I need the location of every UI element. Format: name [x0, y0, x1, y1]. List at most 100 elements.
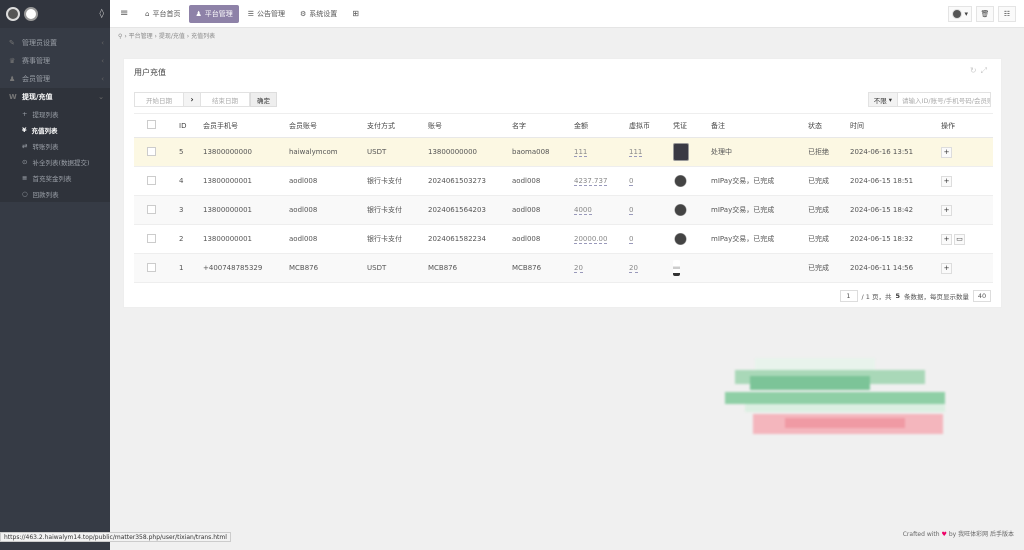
breadcrumb-item[interactable]: 平台管理 — [129, 33, 153, 40]
top-nav-label: 平台首页 — [152, 9, 181, 18]
search-scope-select[interactable]: 不限 ▾ — [867, 92, 898, 107]
sidebar-subitem[interactable]: ¥ 充值列表 — [0, 122, 110, 138]
voucher-image[interactable] — [673, 175, 688, 187]
breadcrumb-item[interactable]: 提现/充值 — [159, 33, 185, 40]
cell-note: 处理中 — [708, 137, 805, 167]
wrench-icon: ✎ — [9, 39, 15, 47]
cell-method: 银行卡支付 — [364, 195, 425, 225]
add-button[interactable]: + — [941, 204, 952, 216]
row-checkbox[interactable] — [147, 262, 156, 272]
cell-account: aodl008 — [286, 195, 364, 225]
top-nav-item[interactable]: ⌂ 平台首页 — [139, 5, 186, 23]
coin-link[interactable]: 0 — [629, 235, 634, 244]
cell-phone: 13800000001 — [200, 195, 286, 225]
menu-icon[interactable]: ≡ — [120, 8, 134, 19]
coin-link[interactable]: 0 — [629, 206, 634, 215]
sidebar-item-label: 提现/充值 — [22, 93, 53, 101]
row-checkbox[interactable] — [147, 175, 156, 185]
expand-icon[interactable]: ⤢ — [981, 66, 991, 75]
table-row[interactable]: 4 13800000001 aodl008 银行卡支付 2024061503273 aod… — [134, 166, 993, 196]
sidebar-subitem-label: 充值列表 — [31, 127, 58, 135]
view-button[interactable]: ▭ — [954, 233, 965, 245]
table-row[interactable]: 2 13800000001 aodl008 银行卡支付 2024061582234 aod… — [134, 224, 993, 254]
sidebar-subitem[interactable]: ○ 回款列表 — [0, 186, 110, 202]
sidebar: ◊ ✎ 管理员设置 ‹ ♛ 赛事管理 ‹ ♟ 会员管理 ‹ W 提现/充值 ⌄ + 提现列表 ¥ 充值列表 ⇄ 转… — [0, 0, 110, 550]
top-nav-item[interactable]: ♟ 平台管理 — [189, 4, 239, 23]
sidebar-subitem-label: 转账列表 — [32, 143, 59, 151]
table-row[interactable]: 3 13800000001 aodl008 银行卡支付 2024061564203 aod… — [134, 195, 993, 225]
add-button[interactable]: + — [941, 146, 952, 158]
add-button[interactable]: + — [941, 262, 952, 274]
refresh-icon[interactable]: ↻ — [970, 66, 981, 75]
column-header: 支付方式 — [364, 113, 425, 138]
settings-button[interactable]: ☷ — [998, 5, 1016, 22]
amount-link[interactable]: 20 — [574, 264, 583, 273]
add-button[interactable]: + — [941, 175, 952, 187]
sidebar-subitem[interactable]: ⇄ 转账列表 — [0, 138, 110, 154]
cell-id: 5 — [176, 137, 200, 167]
top-nav-label: 平台管理 — [204, 9, 233, 18]
coin-link[interactable]: 111 — [629, 148, 643, 157]
sidebar-item[interactable]: ♛ 赛事管理 ‹ — [0, 52, 110, 70]
amount-link[interactable]: 111 — [574, 148, 588, 157]
page-input[interactable]: 1 — [839, 290, 858, 302]
cell-status: 已拒绝 — [805, 137, 847, 167]
table-row[interactable]: 1 +400748785329 MCB876 USDT MCB876 MCB876 20 20… — [134, 253, 993, 283]
cell-id: 4 — [176, 166, 200, 196]
chevron-right-icon: › — [184, 92, 200, 107]
row-checkbox[interactable] — [147, 233, 156, 243]
checkbox-cell — [134, 253, 176, 283]
cell-amount: 4000 — [571, 195, 626, 225]
add-button[interactable]: + — [941, 233, 952, 245]
grid-icon[interactable]: ⊞ — [352, 9, 359, 18]
cell-amount: 20000.00 — [571, 224, 626, 254]
avatar[interactable]: ▾ — [948, 5, 972, 22]
sidebar-item[interactable]: ✎ 管理员设置 ‹ — [0, 34, 110, 52]
cell-name: aodl008 — [509, 166, 571, 196]
column-header: 时间 — [847, 113, 938, 138]
confirm-button[interactable]: 确定 — [250, 92, 277, 107]
end-date-input[interactable]: 结束日期 — [200, 92, 250, 107]
amount-link[interactable]: 20000.00 — [574, 235, 608, 244]
cell-voucher — [670, 195, 708, 225]
cell-method: 银行卡支付 — [364, 224, 425, 254]
row-checkbox[interactable] — [147, 204, 156, 214]
sidebar-subitem[interactable]: ≣ 首充奖金列表 — [0, 170, 110, 186]
voucher-image[interactable] — [673, 260, 680, 276]
top-nav-item[interactable]: ⚙ 系统设置 — [294, 5, 343, 23]
cell-name: baoma008 — [509, 137, 571, 167]
sidebar-subitem[interactable]: ⊙ 补全列表(数据提交) — [0, 154, 110, 170]
pagination: 1 / 1 页，共 5 条数据，每页显示数量 40 — [839, 290, 991, 302]
voucher-image[interactable] — [673, 204, 688, 216]
cell-status: 已完成 — [805, 166, 847, 196]
amount-link[interactable]: 4000 — [574, 206, 592, 215]
sidebar-item[interactable]: W 提现/充值 ⌄ — [0, 88, 110, 106]
per-page-input[interactable]: 40 — [973, 290, 991, 302]
table-header: ID 会员手机号 会员账号 支付方式 账号 名字 金额 虚拟币 凭证 备注 状态 时间 操作 — [134, 113, 993, 138]
table-row[interactable]: 5 13800000000 haiwalymcom USDT 13800000000 ba… — [134, 137, 993, 167]
coin-link[interactable]: 20 — [629, 264, 638, 273]
cell-status: 已完成 — [805, 224, 847, 254]
voucher-image[interactable] — [673, 143, 689, 161]
select-all-checkbox[interactable] — [147, 120, 156, 129]
voucher-image[interactable] — [673, 233, 688, 245]
search-input[interactable]: 请输入ID/账号/手机号码/会员账号 — [898, 92, 991, 107]
trash-icon: 🗑 — [980, 9, 990, 18]
breadcrumb-item[interactable]: 充值列表 — [191, 33, 215, 40]
logo[interactable]: ◊ — [0, 0, 110, 28]
coin-link[interactable]: 0 — [629, 177, 634, 186]
trash-button[interactable]: 🗑 — [976, 5, 994, 22]
top-nav-item[interactable]: ☰ 公告管理 — [242, 5, 291, 23]
column-header: 账号 — [425, 113, 509, 138]
column-header: 虚拟币 — [626, 113, 670, 138]
recharge-table: ID 会员手机号 会员账号 支付方式 账号 名字 金额 虚拟币 凭证 备注 状态 时间 操作 5 1380… — [134, 113, 993, 283]
cell-coin: 0 — [626, 166, 670, 196]
drop-icon[interactable]: ◊ — [100, 9, 104, 19]
start-date-input[interactable]: 开始日期 — [134, 92, 184, 107]
amount-link[interactable]: 4237.737 — [574, 177, 608, 186]
caret-down-icon: ▾ — [888, 95, 892, 104]
sidebar-item[interactable]: ♟ 会员管理 ‹ — [0, 70, 110, 88]
panel-tools: ↻⤢ — [970, 66, 991, 76]
row-checkbox[interactable] — [147, 146, 156, 156]
sidebar-subitem[interactable]: + 提现列表 — [0, 106, 110, 122]
